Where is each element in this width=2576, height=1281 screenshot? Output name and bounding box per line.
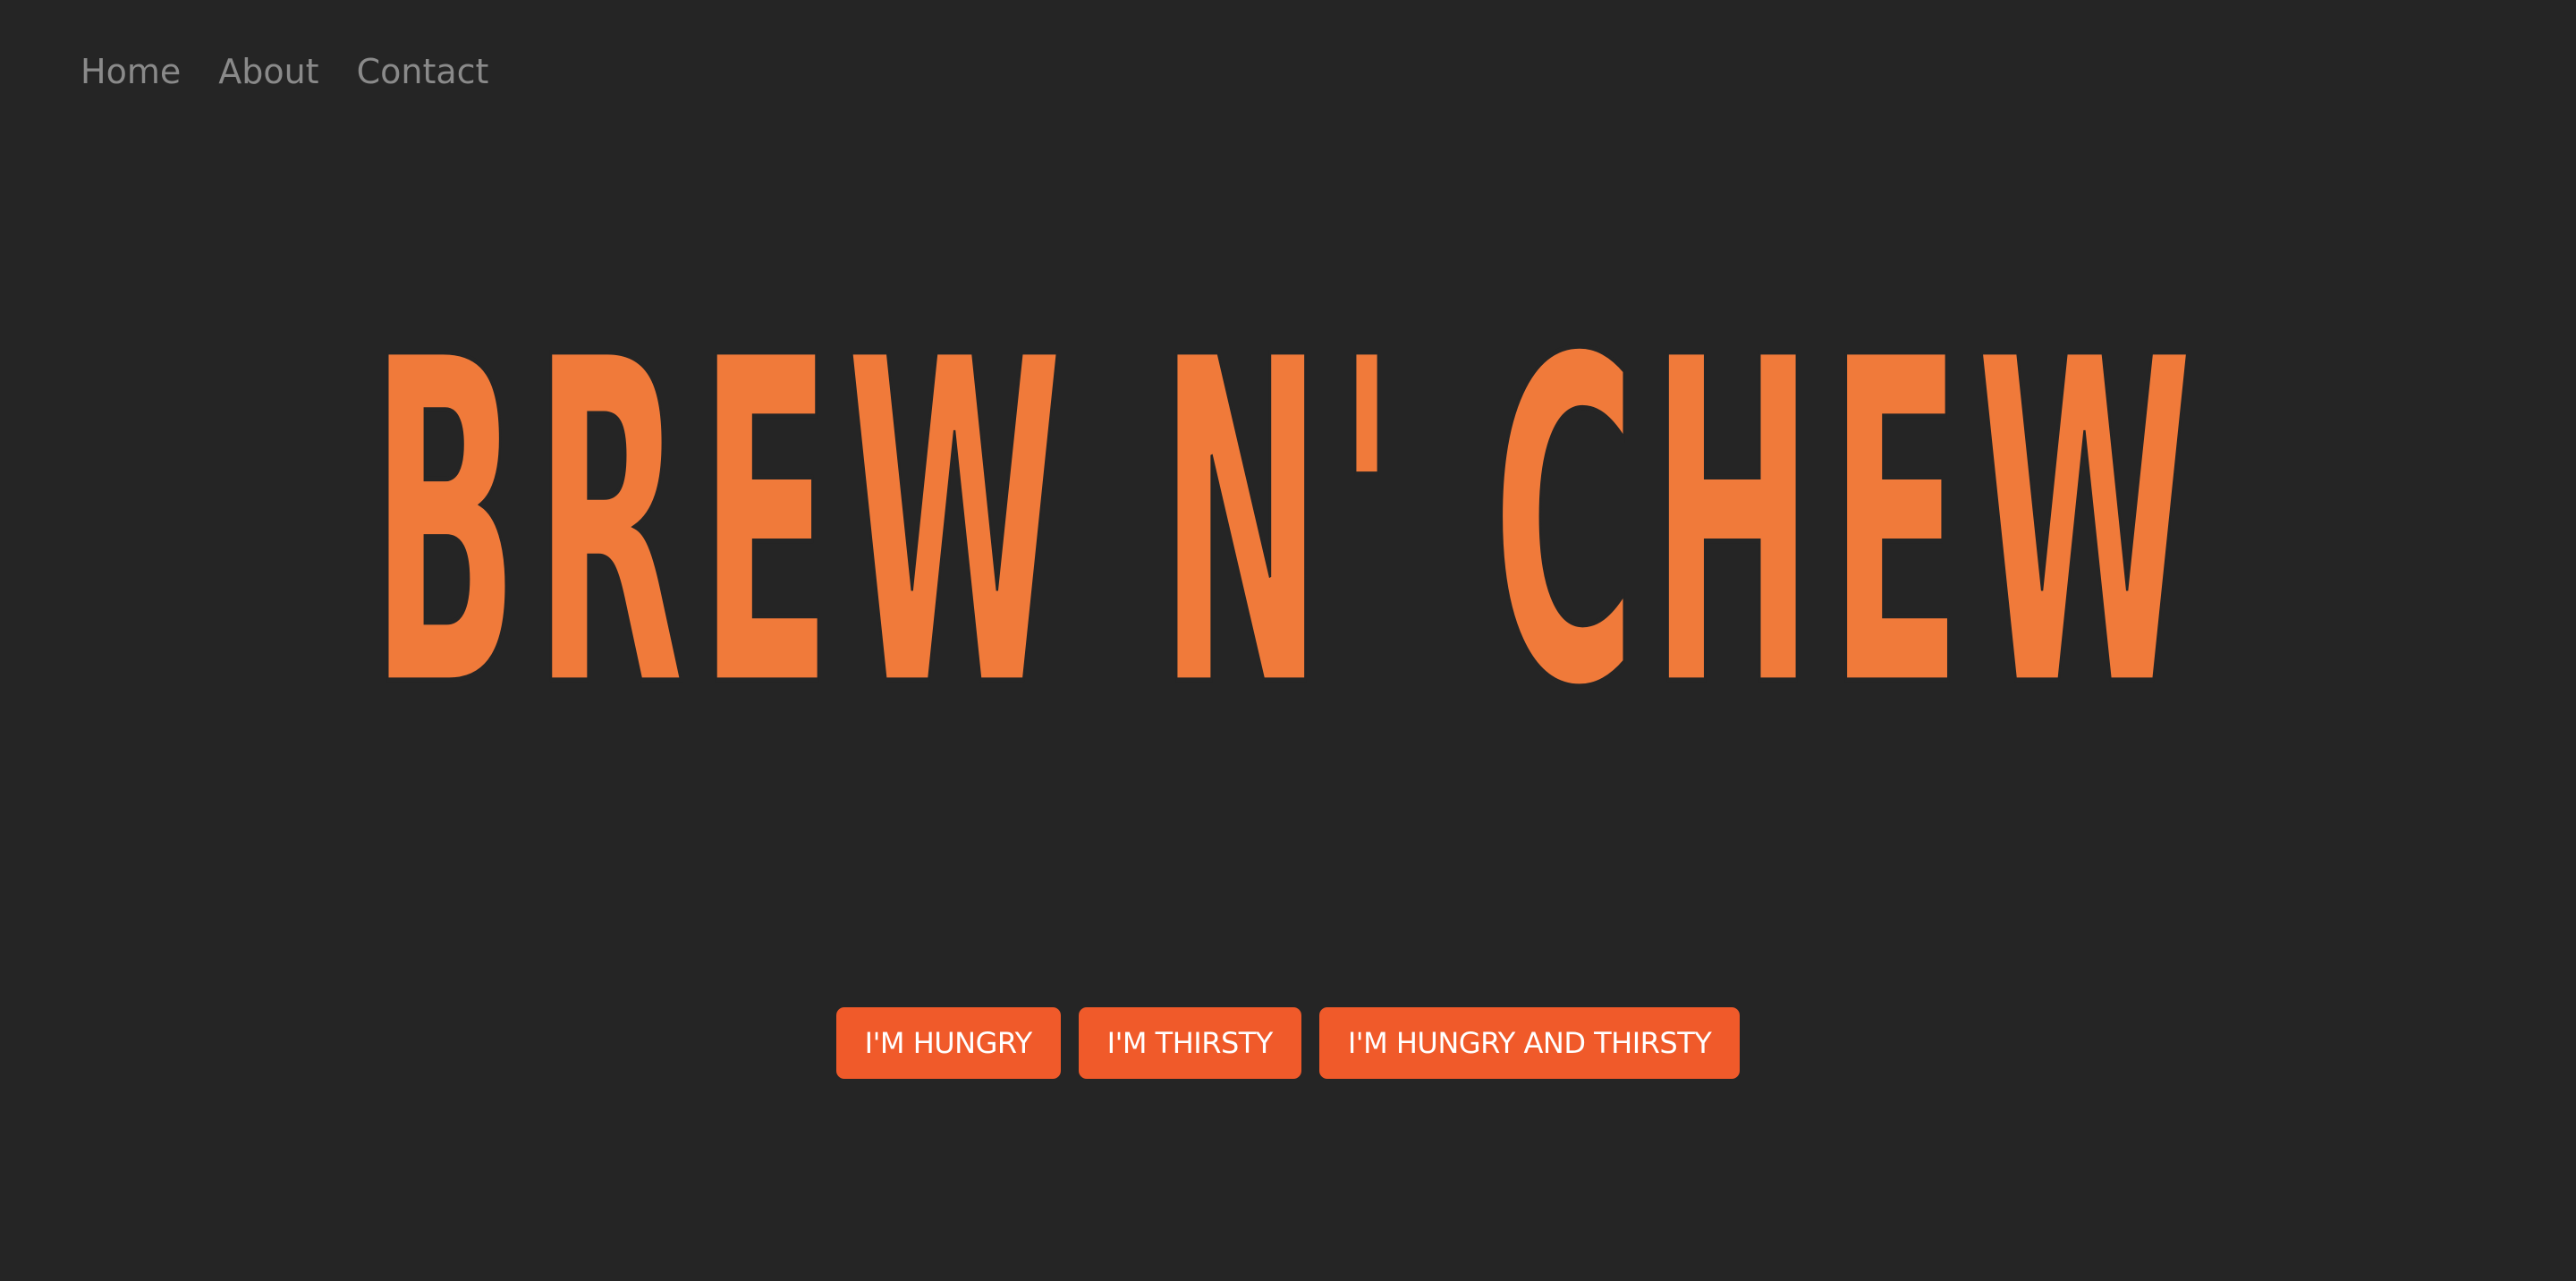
page-title-inline: BREW N' CHEW	[369, 263, 2207, 786]
im-hungry-and-thirsty-button[interactable]: I'M HUNGRY AND THIRSTY	[1318, 1007, 1741, 1079]
action-buttons: I'M HUNGRY I'M THIRSTY I'M HUNGRY AND TH…	[0, 1007, 2576, 1079]
im-hungry-button[interactable]: I'M HUNGRY	[835, 1007, 1061, 1079]
hero: BREW N' CHEW BREW N' CHEW	[0, 0, 2576, 1281]
hero-title-graphic: BREW N' CHEW BREW N' CHEW	[368, 261, 2207, 788]
im-thirsty-button[interactable]: I'M THIRSTY	[1078, 1007, 1301, 1079]
